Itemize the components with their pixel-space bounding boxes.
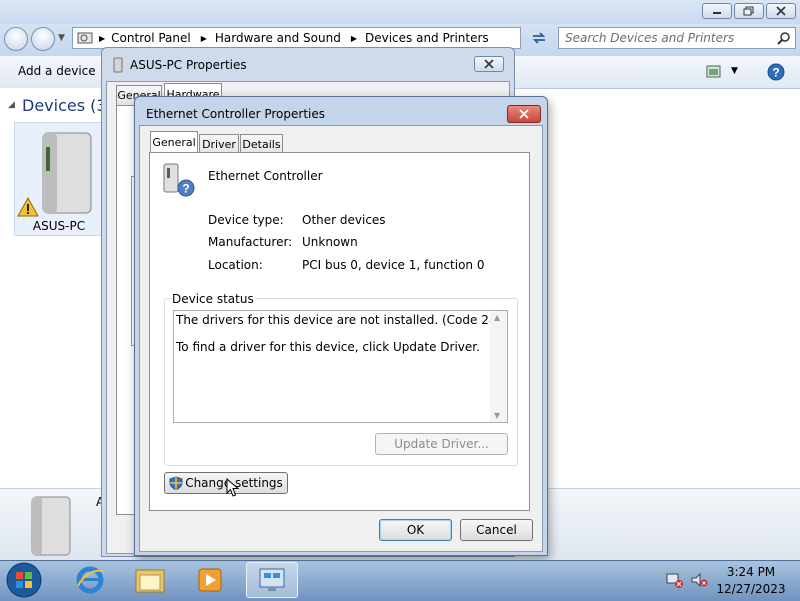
- explorer-titlebar: [0, 0, 800, 24]
- media-player-icon: [198, 568, 222, 592]
- status-line-1: The drivers for this device are not inst…: [176, 313, 502, 327]
- address-bar[interactable]: ▶ Control Panel ▶ Hardware and Sound ▶ D…: [72, 27, 521, 49]
- volume-muted-icon[interactable]: [690, 572, 708, 588]
- close-icon: [519, 109, 529, 119]
- device-type-label: Device type:: [208, 213, 284, 227]
- scroll-down-icon[interactable]: ▼: [494, 411, 500, 420]
- ok-button[interactable]: OK: [379, 519, 452, 541]
- internet-explorer-icon: [76, 566, 104, 594]
- warning-icon: [17, 197, 39, 217]
- unknown-device-icon: ?: [163, 163, 195, 197]
- computer-tower-icon: [31, 496, 71, 556]
- windows-start-icon: [6, 562, 42, 598]
- restore-button[interactable]: [734, 3, 764, 19]
- minimize-icon: [713, 12, 721, 14]
- status-line-2: To find a driver for this device, click …: [176, 340, 480, 354]
- control-panel-icon: [259, 568, 285, 591]
- taskbar-media-player[interactable]: [184, 562, 236, 598]
- scroll-up-icon[interactable]: ▲: [494, 313, 500, 322]
- eth-dialog-title: Ethernet Controller Properties: [146, 107, 325, 121]
- update-driver-button[interactable]: Update Driver...: [375, 433, 508, 455]
- breadcrumb-arrow-icon: ▶: [200, 33, 207, 43]
- folder-icon: [135, 569, 165, 593]
- search-input[interactable]: Search Devices and Printers: [558, 27, 796, 49]
- device-status-label: Device status: [170, 292, 256, 306]
- network-status-icon[interactable]: [666, 572, 684, 588]
- location-value: PCI bus 0, device 1, function 0: [302, 258, 485, 272]
- breadcrumb-arrow-icon: ▶: [350, 33, 357, 43]
- close-button[interactable]: [766, 3, 796, 19]
- collapse-group-icon[interactable]: ◢: [8, 100, 15, 110]
- uac-shield-icon: [169, 476, 183, 490]
- clock-time[interactable]: 3:24 PM: [716, 565, 786, 579]
- eth-tab-general[interactable]: General: [150, 131, 198, 153]
- forward-button[interactable]: [31, 27, 55, 51]
- device-tile-asus-pc[interactable]: ASUS-PC: [14, 122, 104, 236]
- start-button[interactable]: [4, 561, 44, 599]
- status-scrollbar[interactable]: ▲ ▼: [490, 311, 507, 422]
- breadcrumb-control-panel[interactable]: Control Panel: [111, 31, 191, 45]
- clock-date[interactable]: 12/27/2023: [716, 582, 786, 596]
- location-label: Location:: [208, 258, 263, 272]
- help-icon[interactable]: ?: [767, 63, 785, 81]
- refresh-button[interactable]: [524, 28, 554, 48]
- computer-tower-icon: [42, 132, 92, 214]
- devices-list: ◢ Devices (3) ASUS-PC: [0, 88, 113, 488]
- close-icon: [776, 6, 786, 16]
- add-device-button[interactable]: Add a device: [18, 64, 96, 78]
- control-panel-icon: [77, 32, 93, 44]
- minimize-button[interactable]: [702, 3, 732, 19]
- recent-pages-icon[interactable]: ▼: [58, 33, 65, 43]
- eth-device-name: Ethernet Controller: [208, 169, 323, 183]
- manufacturer-label: Manufacturer:: [208, 235, 293, 249]
- device-label: ASUS-PC: [32, 219, 86, 233]
- breadcrumb-arrow-icon: ▶: [99, 33, 106, 43]
- search-icon[interactable]: [777, 31, 791, 45]
- mouse-cursor-icon: [226, 478, 240, 497]
- back-button[interactable]: [4, 27, 28, 51]
- refresh-icon: [532, 32, 546, 44]
- cancel-button[interactable]: Cancel: [460, 519, 533, 541]
- view-options-icon[interactable]: ▼: [731, 66, 738, 76]
- restore-icon: [743, 6, 754, 16]
- svg-text:?: ?: [772, 66, 779, 80]
- asus-dialog-title: ASUS-PC Properties: [130, 58, 247, 72]
- computer-icon: [113, 57, 123, 73]
- taskbar-internet-explorer[interactable]: [64, 562, 116, 598]
- search-placeholder: Search Devices and Printers: [565, 31, 735, 45]
- asus-close-button[interactable]: [474, 56, 504, 72]
- taskbar-windows-explorer[interactable]: [124, 562, 176, 598]
- device-type-value: Other devices: [302, 213, 386, 227]
- devices-group-header[interactable]: Devices (3): [22, 96, 113, 115]
- change-view-icon[interactable]: [706, 65, 722, 79]
- close-icon: [484, 59, 494, 69]
- manufacturer-value: Unknown: [302, 235, 358, 249]
- breadcrumb-hardware-and-sound[interactable]: Hardware and Sound: [215, 31, 341, 45]
- eth-tab-driver[interactable]: Driver: [199, 134, 239, 154]
- taskbar-control-panel[interactable]: [246, 562, 298, 598]
- svg-text:?: ?: [182, 182, 189, 196]
- eth-close-button[interactable]: [507, 105, 541, 123]
- eth-tab-details[interactable]: Details: [240, 134, 283, 154]
- device-status-textbox[interactable]: The drivers for this device are not inst…: [173, 310, 508, 423]
- breadcrumb-devices-and-printers[interactable]: Devices and Printers: [365, 31, 489, 45]
